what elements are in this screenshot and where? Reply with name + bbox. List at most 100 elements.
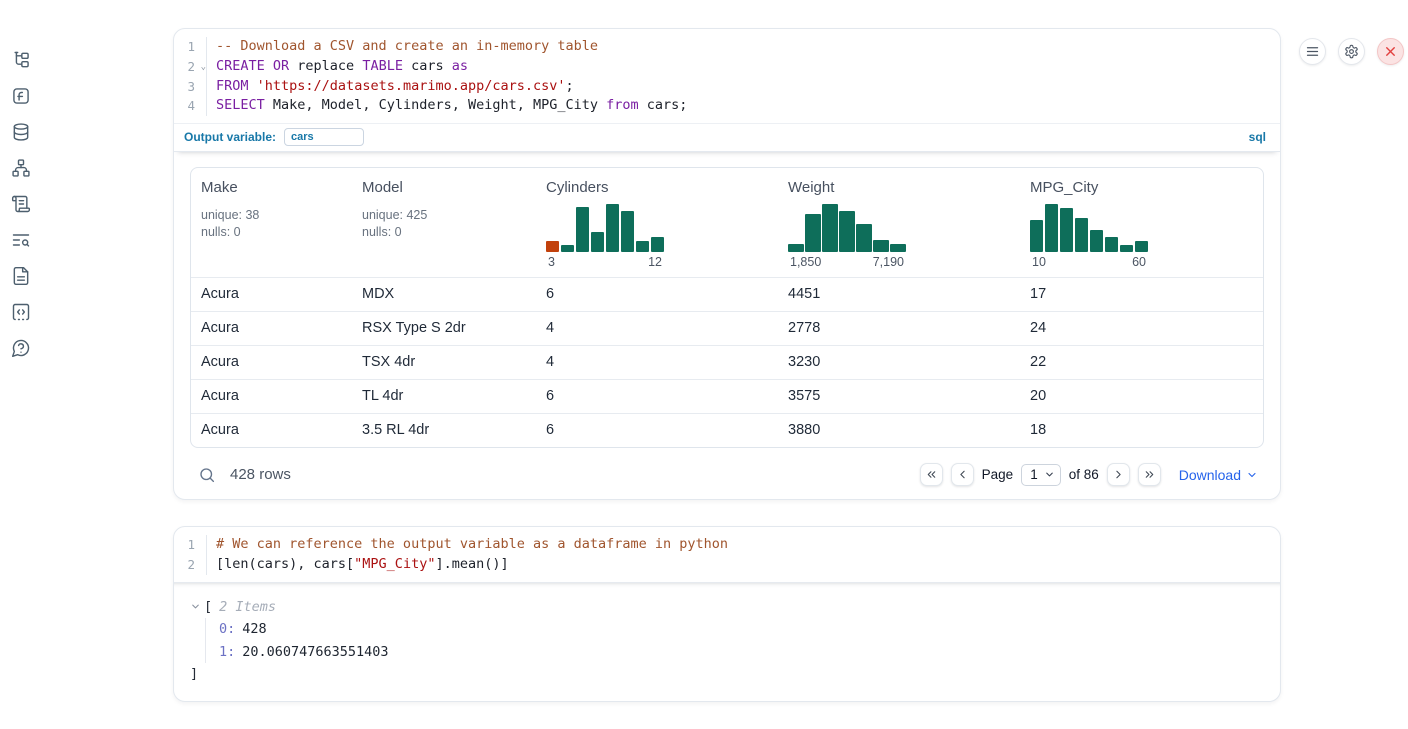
histogram-bar[interactable] [1060,208,1073,252]
histogram-bar[interactable] [576,207,589,252]
code-line[interactable]: 1# We can reference the output variable … [174,535,1280,555]
top-right-controls [1299,38,1404,65]
column-name: Make [201,178,342,198]
language-badge[interactable]: sql [1249,130,1270,144]
histogram-bar[interactable] [839,211,855,252]
table-row[interactable]: AcuraTSX 4dr4323022 [191,345,1263,379]
code-line[interactable]: 3FROM 'https://datasets.marimo.app/cars.… [174,77,1280,97]
close-bracket: ] [190,663,1264,685]
sql-cell: 1-- Download a CSV and create an in-memo… [173,28,1281,500]
histogram-bar[interactable] [546,241,559,252]
histogram-bar[interactable] [1090,230,1103,252]
first-page-button[interactable] [920,463,943,486]
histogram-bar[interactable] [636,241,649,252]
fold-chevron-icon[interactable]: ⌄ [201,58,206,78]
column-histogram[interactable]: 312 [546,204,768,269]
histogram-axis-labels: 1,8507,190 [788,255,906,269]
table-cell: 22 [1020,346,1263,379]
sidebar-item-help[interactable] [11,338,31,358]
table-row[interactable]: Acura3.5 RL 4dr6388018 [191,413,1263,447]
shutdown-button[interactable] [1377,38,1404,65]
column-header-cylinders[interactable]: Cylinders312 [536,168,778,277]
code-line[interactable]: 2[len(cars), cars["MPG_City"].mean()] [174,555,1280,575]
column-header-mpg_city[interactable]: MPG_City1060 [1020,168,1263,277]
collapse-chevron-icon[interactable] [190,601,201,612]
histogram-bar[interactable] [606,204,619,252]
column-histogram[interactable]: 1,8507,190 [788,204,1010,269]
code-line[interactable]: 4SELECT Make, Model, Cylinders, Weight, … [174,96,1280,116]
code-text: SELECT Make, Model, Cylinders, Weight, M… [207,96,687,116]
page-select[interactable]: 1 [1021,464,1061,486]
open-bracket: [ [204,599,212,615]
column-header-model[interactable]: Modelunique: 425nulls: 0 [352,168,536,277]
list-item[interactable]: 1:20.060747663551403 [219,640,1264,663]
next-page-button[interactable] [1107,463,1130,486]
table-row[interactable]: AcuraTL 4dr6357520 [191,379,1263,413]
network-icon [11,158,31,178]
code-token: FROM [216,78,249,94]
table-cell: 3.5 RL 4dr [352,414,536,447]
notebook: 1-- Download a CSV and create an in-memo… [173,28,1281,702]
function-square-icon [11,86,31,106]
histogram-bar[interactable] [1030,220,1043,252]
items-count-label: 2 Items [219,599,276,615]
histogram-bar[interactable] [890,244,906,252]
menu-button[interactable] [1299,38,1326,65]
list-item[interactable]: 0:428 [219,618,1264,641]
column-stat: unique: 425 [362,207,526,224]
table-cell: RSX Type S 2dr [352,312,536,345]
table-cell: 18 [1020,414,1263,447]
sidebar-item-snippets[interactable] [11,302,31,322]
histogram-bar[interactable] [591,232,604,252]
python-code-editor[interactable]: 1# We can reference the output variable … [174,527,1280,582]
histogram-max-label: 12 [648,255,662,269]
sidebar-item-file-explorer[interactable] [11,50,31,70]
output-variable-input[interactable] [284,128,364,146]
code-token: cars; [639,97,688,113]
code-line[interactable]: 2⌄CREATE OR replace TABLE cars as [174,57,1280,77]
column-header-weight[interactable]: Weight1,8507,190 [778,168,1020,277]
search-icon[interactable] [198,466,216,484]
histogram-bar[interactable] [1105,237,1118,252]
sidebar-item-scratchpad-search[interactable] [11,230,31,250]
page-total: of 86 [1069,467,1099,482]
code-token: Make, Model, Cylinders, Weight, MPG_City [265,97,606,113]
code-token: SELECT [216,97,265,113]
code-line[interactable]: 1-- Download a CSV and create an in-memo… [174,37,1280,57]
sidebar-item-dependency-graph[interactable] [11,158,31,178]
last-page-button[interactable] [1138,463,1161,486]
sidebar-item-functions[interactable] [11,86,31,106]
prev-page-button[interactable] [951,463,974,486]
column-histogram[interactable]: 1060 [1030,204,1253,269]
histogram-axis-labels: 1060 [1030,255,1148,269]
histogram-bar[interactable] [1135,241,1148,252]
sidebar-item-documentation[interactable] [11,266,31,286]
histogram-bar[interactable] [822,204,838,252]
sql-code-editor[interactable]: 1-- Download a CSV and create an in-memo… [174,29,1280,123]
histogram-bar[interactable] [873,240,889,252]
column-header-make[interactable]: Makeunique: 38nulls: 0 [191,168,352,277]
line-number-gutter: 4 [174,96,207,116]
histogram-bar[interactable] [788,244,804,252]
tree-children: 0:4281:20.060747663551403 [205,618,1264,663]
line-number: 2 [187,59,195,74]
chevrons-right-icon [1143,468,1156,481]
settings-button[interactable] [1338,38,1365,65]
file-text-icon [11,266,31,286]
sidebar-item-datasources[interactable] [11,122,31,142]
download-button[interactable]: Download [1179,467,1258,483]
histogram-bar[interactable] [1120,245,1133,252]
item-index: 1: [219,644,235,660]
histogram-bar[interactable] [621,211,634,252]
histogram-bar[interactable] [856,224,872,252]
table-row[interactable]: AcuraRSX Type S 2dr4277824 [191,311,1263,345]
histogram-bar[interactable] [651,237,664,252]
histogram-bar[interactable] [1075,218,1088,252]
histogram-bar[interactable] [561,245,574,252]
histogram-bar[interactable] [1045,204,1058,252]
histogram-bar[interactable] [805,214,821,252]
histogram-bars [788,204,906,252]
table-row[interactable]: AcuraMDX6445117 [191,277,1263,311]
chevron-down-icon [1246,469,1258,481]
sidebar-item-logs[interactable] [11,194,31,214]
